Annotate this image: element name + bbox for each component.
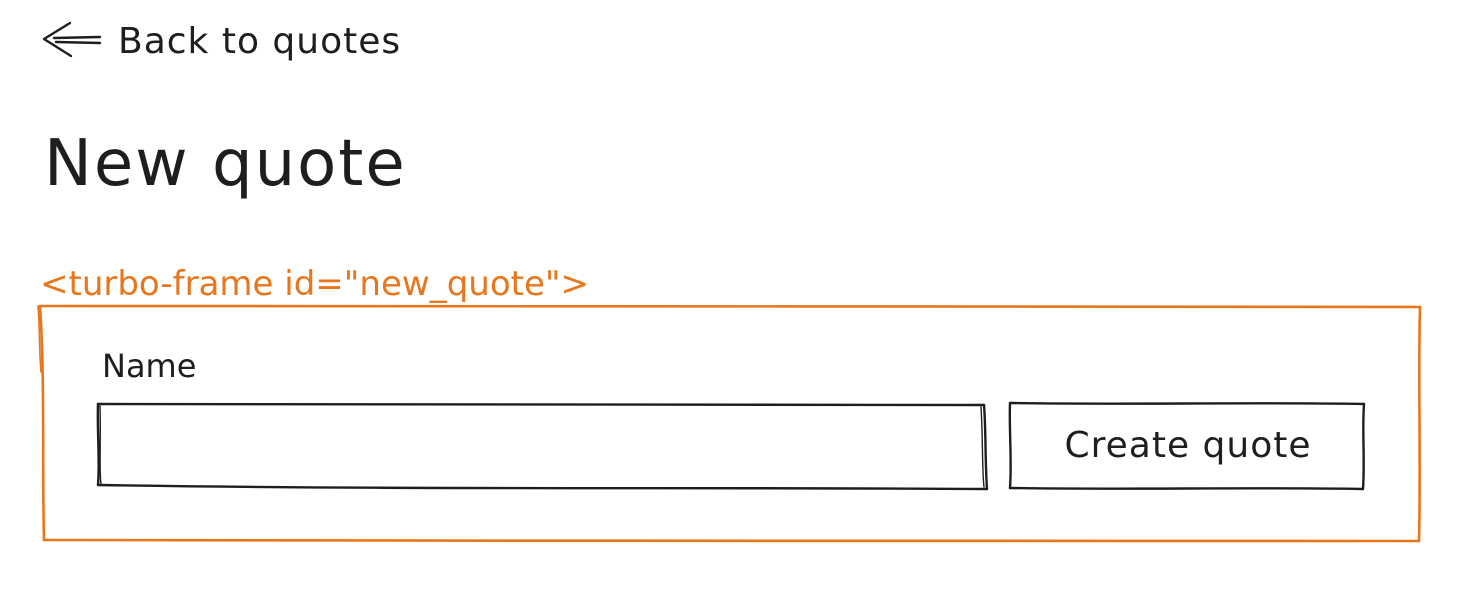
name-field-label: Name [102, 347, 197, 385]
page-title: New quote [44, 127, 407, 201]
create-quote-button[interactable]: Create quote [1012, 404, 1364, 488]
back-link-label: Back to quotes [118, 21, 402, 62]
back-to-quotes-link[interactable]: Back to quotes [38, 14, 468, 66]
name-input[interactable] [102, 408, 982, 486]
turbo-frame-tag-label: <turbo-frame id="new_quote"> [40, 264, 589, 304]
